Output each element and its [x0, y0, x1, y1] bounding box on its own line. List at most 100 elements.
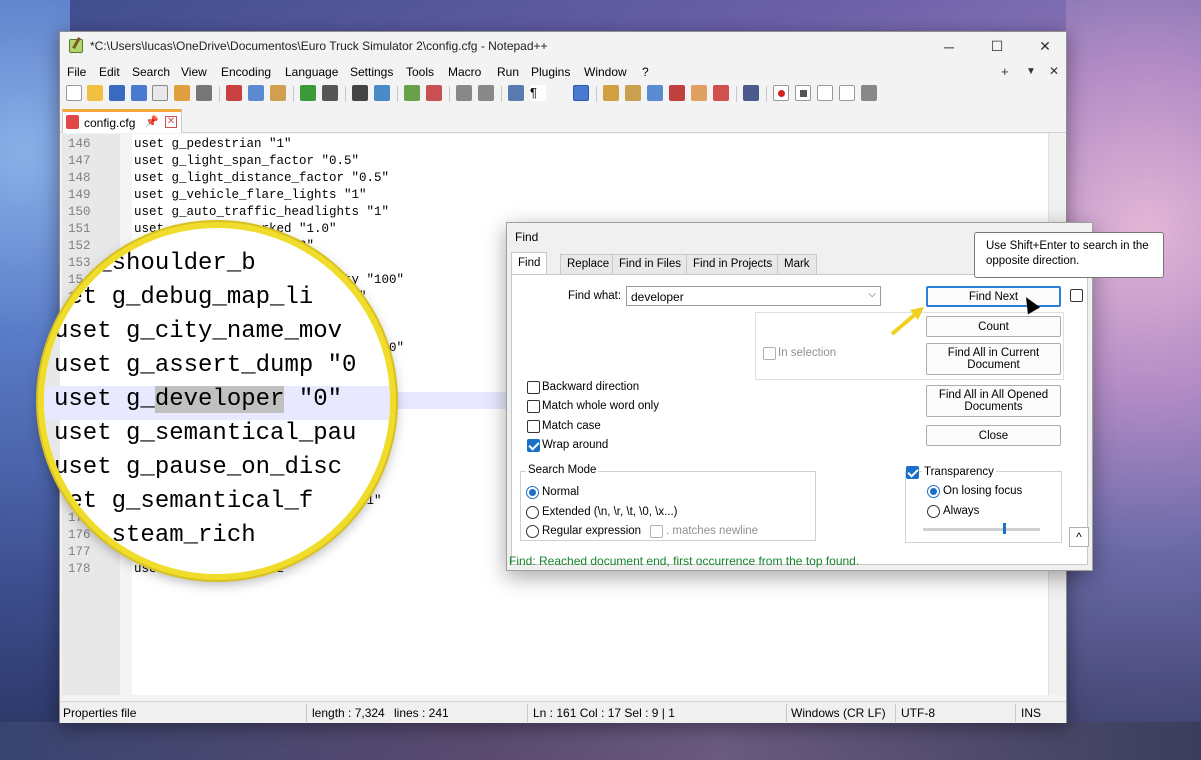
transparency-slider-thumb[interactable] — [1002, 523, 1006, 534]
code-line[interactable]: 149 uset g_vehicle_flare_lights "1" — [62, 188, 1065, 205]
tab-close-icon[interactable]: ✕ — [165, 116, 177, 128]
folder-workspace-icon[interactable] — [691, 85, 707, 101]
magnified-line: uset g_semantical_pau — [44, 420, 390, 454]
minimize-button[interactable]: ─ — [926, 32, 972, 61]
find-what-input[interactable]: developer ⌵ — [626, 286, 881, 306]
new-file-icon[interactable] — [66, 85, 82, 101]
find-all-opened-button[interactable]: Find All in All Opened Documents — [926, 385, 1061, 417]
sync-vertical-icon[interactable] — [456, 85, 472, 101]
find-next-button[interactable]: Find Next — [926, 286, 1061, 307]
zoom-out-icon[interactable] — [426, 85, 442, 101]
replace-icon[interactable] — [374, 85, 390, 101]
stop-macro-icon[interactable] — [795, 85, 811, 101]
copy-icon[interactable] — [248, 85, 264, 101]
regex-mode-label: Regular expression — [542, 525, 642, 537]
count-button[interactable]: Count — [926, 316, 1061, 337]
indent-guide-icon[interactable] — [573, 85, 589, 101]
tab-find[interactable]: Find — [511, 252, 548, 274]
tab-find-in-projects[interactable]: Find in Projects — [686, 254, 780, 274]
print-icon[interactable] — [196, 85, 212, 101]
doc-map-icon[interactable] — [625, 85, 641, 101]
close-all-icon[interactable] — [174, 85, 190, 101]
normal-mode-radio[interactable] — [526, 486, 539, 499]
status-bar: Properties file length : 7,324 lines : 2… — [60, 701, 1066, 723]
magnified-line: set g_semantical_f — [44, 488, 390, 522]
title-bar: *C:\Users\lucas\OneDrive\Documentos\Euro… — [60, 32, 1066, 61]
zoom-in-icon[interactable] — [404, 85, 420, 101]
code-line[interactable]: 146 uset g_pedestrian "1" — [62, 137, 1065, 154]
doc-list-icon[interactable] — [647, 85, 663, 101]
save-icon[interactable] — [109, 85, 125, 101]
transparency-checkbox[interactable] — [906, 466, 919, 479]
transparency-slider[interactable] — [923, 523, 1040, 534]
menu-run[interactable]: Run — [497, 65, 519, 79]
magnified-text: set g_semantical_f — [54, 488, 314, 515]
monitoring-icon[interactable] — [713, 85, 729, 101]
preview-icon[interactable] — [743, 85, 759, 101]
in-selection-checkbox[interactable] — [763, 347, 776, 360]
find-all-current-button[interactable]: Find All in Current Document — [926, 343, 1061, 375]
close-find-button[interactable]: Close — [926, 425, 1061, 446]
sync-horizontal-icon[interactable] — [478, 85, 494, 101]
tab-mark[interactable]: Mark — [777, 254, 817, 274]
open-file-icon[interactable] — [87, 85, 103, 101]
status-eol: Windows (CR LF) — [791, 706, 886, 720]
always-radio[interactable] — [927, 505, 940, 518]
magnified-line: t g_shoulder_b — [44, 250, 390, 284]
record-macro-icon[interactable] — [773, 85, 789, 101]
save-macro-icon[interactable] — [861, 85, 877, 101]
regex-mode-radio[interactable] — [526, 525, 539, 538]
extended-mode-radio[interactable] — [526, 506, 539, 519]
matches-newline-checkbox[interactable] — [650, 525, 663, 538]
udl-icon[interactable] — [603, 85, 619, 101]
code-line[interactable]: 147 uset g_light_span_factor "0.5" — [62, 154, 1065, 171]
find-next-option-checkbox[interactable] — [1070, 289, 1083, 302]
code-line[interactable]: 148 uset g_light_distance_factor "0.5" — [62, 171, 1065, 188]
tab-replace[interactable]: Replace — [560, 254, 617, 274]
tab-find-in-files[interactable]: Find in Files — [612, 254, 688, 274]
word-wrap-icon[interactable] — [508, 85, 524, 101]
menu-macro[interactable]: Macro — [448, 65, 481, 79]
magnified-text: uset g_city_name_mov — [54, 318, 343, 345]
undo-icon[interactable] — [300, 85, 316, 101]
find-icon[interactable] — [352, 85, 368, 101]
paste-icon[interactable] — [270, 85, 286, 101]
show-all-chars-icon[interactable]: ¶ — [530, 85, 546, 101]
maximize-button[interactable]: ☐ — [974, 32, 1020, 61]
backward-direction-checkbox[interactable] — [527, 381, 540, 394]
match-case-checkbox[interactable] — [527, 420, 540, 433]
menu-file[interactable]: File — [67, 65, 86, 79]
code-line[interactable]: 150 uset g_auto_traffic_headlights "1" — [62, 205, 1065, 222]
menu-encoding[interactable]: Encoding — [221, 65, 271, 79]
menu-plugins[interactable]: Plugins — [531, 65, 570, 79]
cut-icon[interactable] — [226, 85, 242, 101]
find-next-tooltip: Use Shift+Enter to search in the opposit… — [974, 232, 1164, 278]
collapse-dialog-button[interactable]: ^ — [1069, 527, 1089, 547]
yellow-pointer-arrow-icon — [890, 307, 924, 336]
run-macro-multiple-icon[interactable] — [839, 85, 855, 101]
menu-view[interactable]: View — [181, 65, 207, 79]
play-macro-icon[interactable] — [817, 85, 833, 101]
whole-word-checkbox[interactable] — [527, 400, 540, 413]
new-tab-icon[interactable]: + — [1001, 64, 1009, 79]
close-button[interactable]: ✕ — [1022, 32, 1068, 61]
close-tab-icon[interactable]: ✕ — [1049, 64, 1059, 78]
menu-window[interactable]: Window — [584, 65, 627, 79]
wrap-around-checkbox[interactable] — [527, 439, 540, 452]
magnified-line: uset g_assert_dump "0 — [44, 352, 390, 386]
menu-language[interactable]: Language — [285, 65, 338, 79]
close-file-icon[interactable] — [152, 85, 168, 101]
menu-settings[interactable]: Settings — [350, 65, 393, 79]
save-all-icon[interactable] — [131, 85, 147, 101]
function-list-icon[interactable] — [669, 85, 685, 101]
pin-icon[interactable]: 📌 — [145, 115, 159, 128]
menu-search[interactable]: Search — [132, 65, 170, 79]
menu-edit[interactable]: Edit — [99, 65, 120, 79]
chevron-down-icon[interactable]: ⌵ — [868, 289, 876, 300]
tab-list-dropdown-icon[interactable]: ▼ — [1026, 66, 1036, 77]
menu-tools[interactable]: Tools — [406, 65, 434, 79]
on-losing-focus-radio[interactable] — [927, 485, 940, 498]
menu-help[interactable]: ? — [642, 65, 649, 79]
tab-config-cfg[interactable]: config.cfg 📌 ✕ — [62, 109, 182, 133]
redo-icon[interactable] — [322, 85, 338, 101]
